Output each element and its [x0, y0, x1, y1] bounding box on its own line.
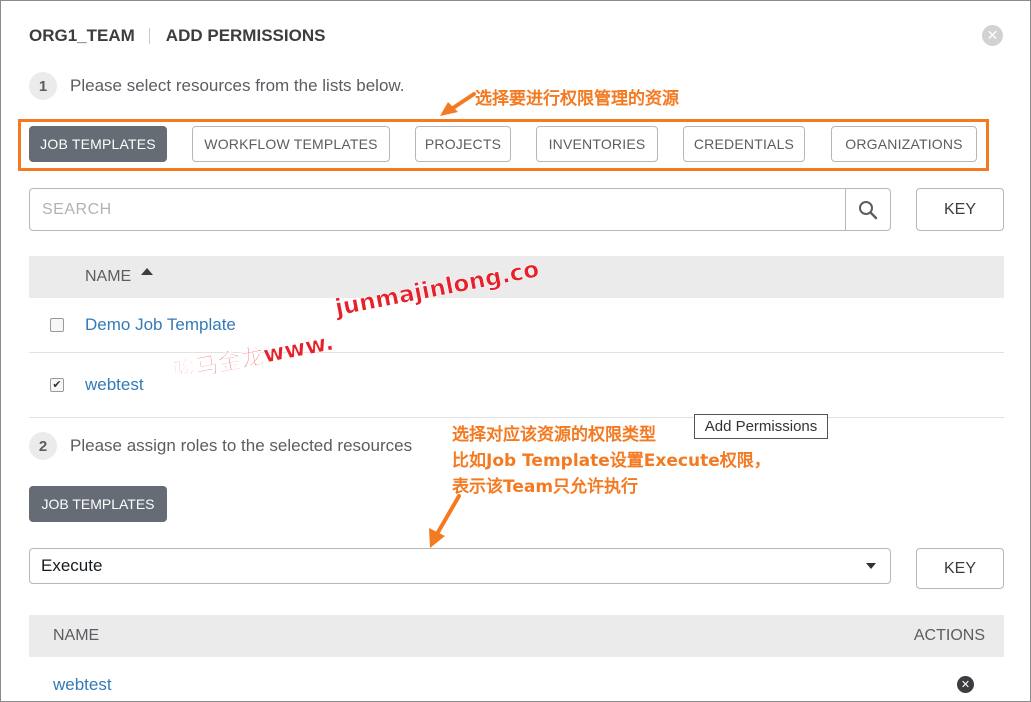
name-column-header: NAME	[53, 627, 100, 644]
tab-job-templates[interactable]: JOB TEMPLATES	[29, 126, 167, 162]
step-1: 1 Please select resources from the lists…	[29, 72, 404, 100]
search-button[interactable]	[845, 189, 890, 230]
step-text: Please assign roles to the selected reso…	[70, 436, 413, 455]
annotation-arrow-icon	[440, 92, 476, 116]
search-input[interactable]: SEARCH	[29, 188, 891, 231]
key-button[interactable]: KEY	[916, 188, 1004, 231]
selected-table-header: NAME ACTIONS	[29, 615, 1004, 657]
step-2: 2 Please assign roles to the selected re…	[29, 432, 412, 460]
svg-text:junmajinlong.com: junmajinlong.com	[332, 262, 538, 322]
tab-credentials[interactable]: CREDENTIALS	[683, 126, 805, 162]
modal-title: ADD PERMISSIONS	[165, 26, 326, 45]
tab-workflow-templates[interactable]: WORKFLOW TEMPLATES	[192, 126, 390, 162]
row-checkbox[interactable]	[50, 317, 64, 332]
role-key-button[interactable]: KEY	[916, 548, 1004, 589]
search-icon	[859, 200, 878, 219]
tab-inventories[interactable]: INVENTORIES	[536, 126, 658, 162]
watermark-logo: junmajinlong.com 骏马金龙www.	[170, 262, 538, 374]
close-icon[interactable]: ✕	[982, 25, 1003, 46]
tab-organizations[interactable]: ORGANIZATIONS	[831, 126, 977, 162]
role-select-value: Execute	[41, 556, 103, 575]
tab-projects[interactable]: PROJECTS	[415, 126, 511, 162]
resource-link[interactable]: webtest	[85, 375, 144, 395]
step-text: Please select resources from the lists b…	[70, 76, 405, 95]
sort-asc-icon[interactable]	[141, 268, 154, 276]
team-name: ORG1_TEAM	[29, 26, 135, 45]
name-column-header[interactable]: NAME	[85, 268, 131, 286]
search-placeholder: SEARCH	[42, 201, 112, 218]
header-divider	[148, 28, 150, 44]
modal-header: ORG1_TEAM ADD PERMISSIONS	[29, 25, 325, 47]
row-checkbox-checked[interactable]: ✔	[50, 378, 64, 392]
remove-icon[interactable]: ✕	[957, 676, 974, 693]
role-tab-job-templates[interactable]: JOB TEMPLATES	[29, 486, 167, 522]
role-select[interactable]: Execute	[29, 548, 891, 584]
step-number: 2	[29, 432, 57, 460]
annotation-top: 选择要进行权限管理的资源	[475, 89, 679, 109]
annotation-middle: 选择对应该资源的权限类型 比如Job Template设置Execute权限， …	[452, 425, 771, 497]
annotation-arrow-icon	[429, 494, 461, 548]
selected-resource-link[interactable]: webtest	[53, 675, 112, 695]
svg-text:骏马金龙www.: 骏马金龙www.	[171, 329, 336, 374]
chevron-down-icon	[866, 563, 876, 569]
step-number: 1	[29, 72, 57, 100]
actions-column-header: ACTIONS	[913, 627, 985, 644]
